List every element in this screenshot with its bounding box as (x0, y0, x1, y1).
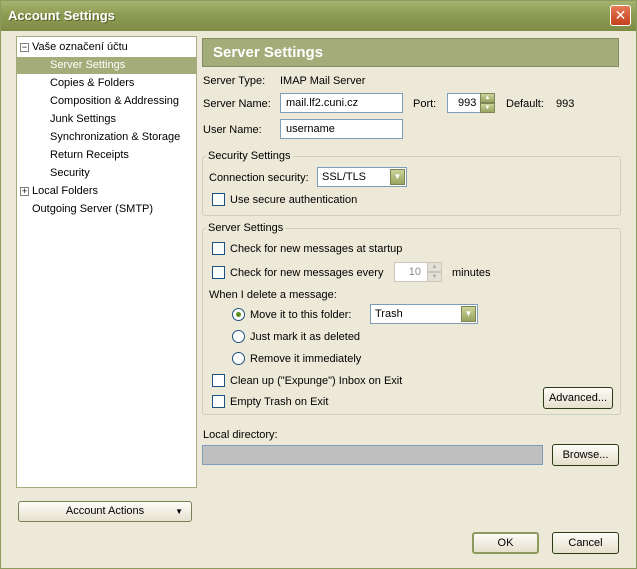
ok-button[interactable]: OK (472, 532, 539, 554)
check-startup-checkbox[interactable] (212, 242, 225, 255)
window-title: Account Settings (8, 8, 115, 23)
mark-deleted-label: Just mark it as deleted (250, 331, 361, 343)
tree-item-account[interactable]: − Vaše označení účtu (17, 39, 196, 56)
trash-folder-value: Trash (375, 308, 403, 320)
connection-security-select[interactable]: SSL/TLS ▼ (317, 167, 407, 187)
tree-item-label: Security (50, 167, 90, 179)
local-directory-field[interactable] (202, 445, 543, 465)
default-port-value: 993 (556, 98, 575, 110)
tree-item-label: Composition & Addressing (50, 95, 180, 107)
user-name-label: User Name: (203, 124, 262, 136)
security-settings-title: Security Settings (206, 150, 293, 163)
trash-folder-select[interactable]: Trash ▼ (370, 304, 478, 324)
chevron-down-icon[interactable]: ▼ (390, 169, 405, 185)
local-directory-label: Local directory: (203, 429, 278, 441)
empty-trash-label: Empty Trash on Exit (230, 396, 329, 408)
tree-item-composition[interactable]: Composition & Addressing (17, 93, 196, 110)
check-every-label: Check for new messages every (230, 267, 384, 279)
tree-item-security[interactable]: Security (17, 165, 196, 182)
port-increment-icon[interactable]: ▲ (480, 93, 495, 103)
account-settings-window: Account Settings ✕ − Vaše označení účtu … (0, 0, 637, 569)
advanced-button[interactable]: Advanced... (543, 387, 613, 409)
remove-immediately-label: Remove it immediately (250, 353, 362, 365)
title-bar[interactable]: Account Settings ✕ (1, 1, 636, 31)
tree-item-local-folders[interactable]: + Local Folders (17, 183, 196, 200)
tree-item-outgoing-server[interactable]: Outgoing Server (SMTP) (17, 201, 196, 218)
tree-item-label: Server Settings (50, 59, 126, 71)
minutes-label: minutes (452, 267, 491, 279)
chevron-down-icon[interactable]: ▼ (461, 306, 476, 322)
port-label: Port: (413, 98, 437, 110)
tree-item-copies-folders[interactable]: Copies & Folders (17, 75, 196, 92)
security-settings-group (202, 156, 621, 216)
page-title: Server Settings (202, 38, 619, 67)
secure-auth-label: Use secure authentication (230, 194, 358, 206)
tree-item-label: Copies & Folders (50, 77, 135, 89)
server-type-value: IMAP Mail Server (280, 75, 366, 87)
browse-button[interactable]: Browse... (552, 444, 619, 466)
tree-item-junk[interactable]: Junk Settings (17, 111, 196, 128)
cleanup-inbox-label: Clean up ("Expunge") Inbox on Exit (230, 375, 403, 387)
cancel-button[interactable]: Cancel (552, 532, 619, 554)
tree-item-label: Local Folders (32, 185, 99, 197)
account-tree[interactable]: − Vaše označení účtu Server Settings Cop… (16, 36, 197, 488)
account-actions-label: Account Actions (65, 505, 145, 517)
delete-behavior-label: When I delete a message: (209, 289, 337, 301)
default-port-label: Default: (506, 98, 544, 110)
move-to-folder-radio[interactable] (232, 308, 245, 321)
check-every-checkbox[interactable] (212, 266, 225, 279)
remove-immediately-radio[interactable] (232, 352, 245, 365)
mark-deleted-radio[interactable] (232, 330, 245, 343)
tree-item-label: Synchronization & Storage (50, 131, 181, 143)
empty-trash-checkbox[interactable] (212, 395, 225, 408)
server-settings-title: Server Settings (206, 222, 286, 235)
user-name-field[interactable]: username (280, 119, 403, 139)
close-icon[interactable]: ✕ (610, 5, 631, 26)
server-name-label: Server Name: (203, 98, 271, 110)
server-name-field[interactable]: mail.lf2.cuni.cz (280, 93, 403, 113)
tree-item-label: Return Receipts (50, 149, 129, 161)
collapse-icon[interactable]: − (20, 43, 29, 52)
cleanup-inbox-checkbox[interactable] (212, 374, 225, 387)
server-type-label: Server Type: (203, 75, 266, 87)
interval-increment-icon[interactable]: ▲ (427, 262, 442, 272)
tree-item-label: Junk Settings (50, 113, 117, 125)
port-decrement-icon[interactable]: ▼ (480, 103, 495, 113)
move-to-folder-label: Move it to this folder: (250, 309, 352, 321)
tree-item-sync-storage[interactable]: Synchronization & Storage (17, 129, 196, 146)
tree-item-server-settings[interactable]: Server Settings (17, 57, 196, 74)
tree-item-label: Outgoing Server (SMTP) (32, 203, 154, 215)
dialog-body: − Vaše označení účtu Server Settings Cop… (4, 31, 633, 566)
connection-security-label: Connection security: (209, 172, 309, 184)
dropdown-arrow-icon: ▼ (175, 507, 183, 516)
account-actions-button[interactable]: Account Actions ▼ (18, 501, 192, 522)
check-startup-label: Check for new messages at startup (230, 243, 403, 255)
tree-item-label: Vaše označení účtu (32, 41, 128, 53)
expand-icon[interactable]: + (20, 187, 29, 196)
secure-auth-checkbox[interactable] (212, 193, 225, 206)
connection-security-value: SSL/TLS (322, 171, 367, 183)
tree-item-return-receipts[interactable]: Return Receipts (17, 147, 196, 164)
interval-decrement-icon[interactable]: ▼ (427, 272, 442, 282)
